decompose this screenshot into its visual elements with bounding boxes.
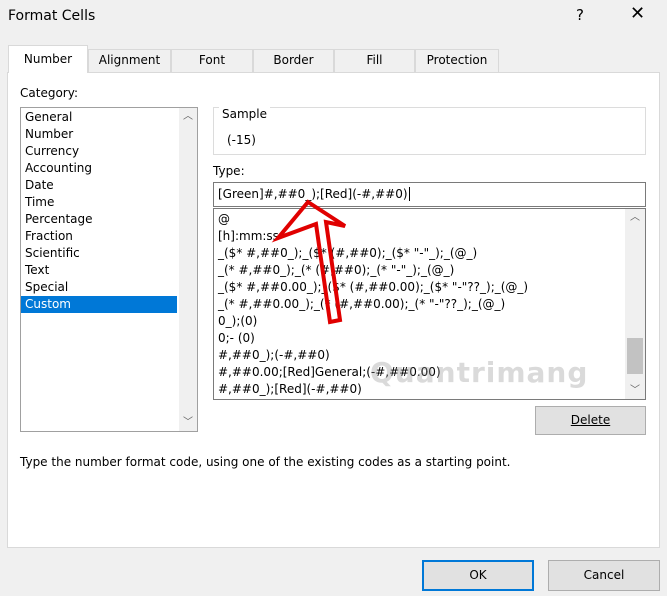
category-item-date[interactable]: Date <box>21 177 177 194</box>
scroll-up-icon[interactable]: ︿ <box>179 108 197 125</box>
tab-alignment[interactable]: Alignment <box>88 49 171 72</box>
scroll-thumb[interactable] <box>627 338 643 374</box>
tab-border[interactable]: Border <box>253 49 334 72</box>
category-item-fraction[interactable]: Fraction <box>21 228 177 245</box>
type-label: Type: <box>213 164 245 178</box>
red-arrow-annotation <box>271 199 347 325</box>
category-item-number[interactable]: Number <box>21 126 177 143</box>
cancel-button[interactable]: Cancel <box>548 560 660 591</box>
category-label: Category: <box>20 86 78 100</box>
sample-group <box>213 107 646 155</box>
tab-fill[interactable]: Fill <box>334 49 415 72</box>
type-scrollbar[interactable]: ︿ ﹀ <box>625 209 645 399</box>
format-description: Type the number format code, using one o… <box>20 455 511 469</box>
ok-button[interactable]: OK <box>422 560 534 591</box>
category-item-text[interactable]: Text <box>21 262 177 279</box>
category-item-special[interactable]: Special <box>21 279 177 296</box>
close-button[interactable]: ✕ <box>630 3 645 24</box>
watermark-logo: Quantrimang <box>370 356 589 389</box>
tab-number[interactable]: Number <box>8 45 88 73</box>
category-item-general[interactable]: General <box>21 109 177 126</box>
category-item-percentage[interactable]: Percentage <box>21 211 177 228</box>
sample-value: (-15) <box>227 133 256 147</box>
scroll-down-icon[interactable]: ﹀ <box>179 414 197 431</box>
category-item-time[interactable]: Time <box>21 194 177 211</box>
category-item-custom[interactable]: Custom <box>21 296 177 313</box>
category-list[interactable]: General Number Currency Accounting Date Time P… <box>20 107 198 432</box>
delete-button[interactable]: Delete <box>535 406 646 435</box>
category-item-accounting[interactable]: Accounting <box>21 160 177 177</box>
tab-font[interactable]: Font <box>171 49 253 72</box>
scroll-down-icon[interactable]: ﹀ <box>625 382 645 399</box>
dialog-title: Format Cells <box>8 8 96 24</box>
tab-protection[interactable]: Protection <box>415 49 499 72</box>
sample-label: Sample <box>219 107 270 121</box>
category-item-scientific[interactable]: Scientific <box>21 245 177 262</box>
scroll-up-icon[interactable]: ︿ <box>625 209 645 226</box>
delete-label: Delete <box>570 413 611 427</box>
category-scrollbar[interactable]: ︿ ﹀ <box>179 108 197 431</box>
help-button[interactable]: ? <box>576 6 584 24</box>
category-item-currency[interactable]: Currency <box>21 143 177 160</box>
type-format-item[interactable]: 0;- (0) <box>214 330 645 347</box>
